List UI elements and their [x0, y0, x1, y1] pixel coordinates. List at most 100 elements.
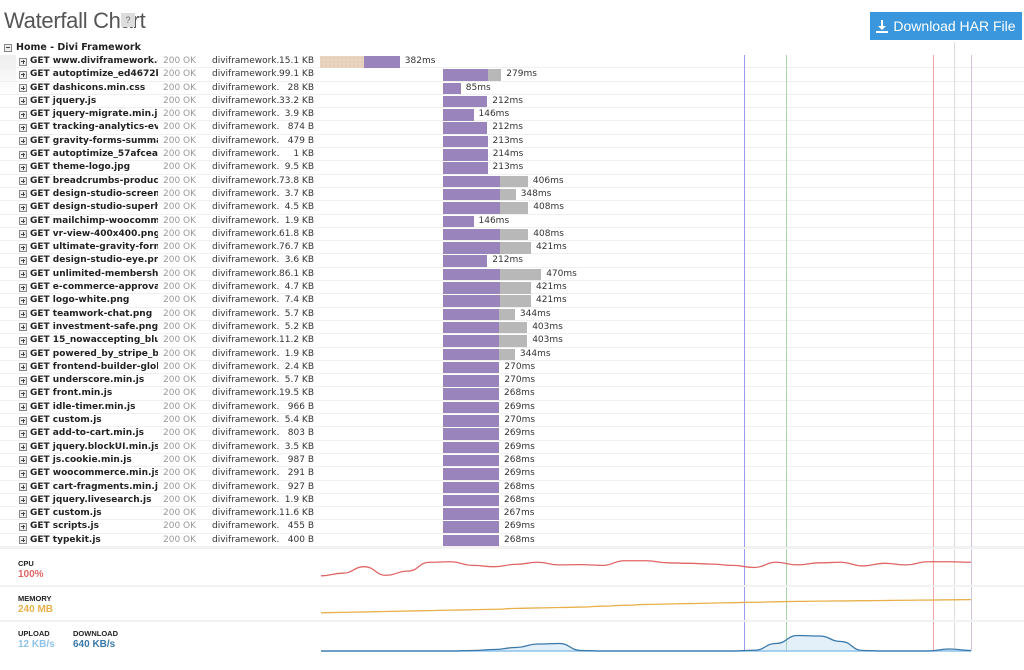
request-name[interactable]: GET gravity-forms-summar — [30, 135, 158, 147]
request-row[interactable]: GET vr-view-400x400.png 200 OK diviframe… — [0, 228, 1024, 242]
timing-bar[interactable] — [443, 321, 528, 334]
timing-bar[interactable] — [443, 494, 499, 507]
expand-icon[interactable] — [19, 363, 27, 372]
expand-icon[interactable] — [19, 336, 27, 345]
page-group-header[interactable]: Home - Divi Framework — [4, 42, 141, 53]
request-row[interactable]: GET scripts.js 200 OK diviframework. 455… — [0, 520, 1024, 534]
timing-bar[interactable] — [443, 149, 488, 161]
request-row[interactable]: GET jquery-migrate.min.js 200 OK divifra… — [0, 108, 1024, 122]
request-name[interactable]: GET custom.js — [30, 507, 158, 519]
request-name[interactable]: GET autoptimize_57afcea82 — [30, 148, 158, 160]
timing-bar[interactable] — [443, 348, 515, 361]
request-name[interactable]: GET mailchimp-woocommer — [30, 215, 158, 227]
request-row[interactable]: GET dashicons.min.css 200 OK diviframewo… — [0, 82, 1024, 95]
request-row[interactable]: GET unlimited-membership- 200 OK divifra… — [0, 268, 1024, 282]
timing-bar[interactable] — [443, 282, 531, 294]
request-name[interactable]: GET design-studio-superhe — [30, 201, 158, 213]
request-name[interactable]: GET tracking-analytics-ever — [30, 121, 158, 133]
request-row[interactable]: GET jquery.blockUI.min.js 200 OK divifra… — [0, 441, 1024, 454]
request-name[interactable]: GET investment-safe.png — [30, 321, 158, 333]
request-name[interactable]: GET js.cookie.min.js — [30, 454, 158, 466]
expand-icon[interactable] — [19, 536, 27, 545]
timing-bar[interactable] — [443, 521, 500, 533]
timing-bar[interactable] — [443, 428, 500, 440]
timing-bar[interactable] — [443, 534, 499, 547]
request-row[interactable]: GET front.min.js 200 OK diviframework. 1… — [0, 387, 1024, 401]
timing-bar[interactable] — [443, 242, 531, 254]
request-name[interactable]: GET design-studio-screen- — [30, 188, 158, 200]
timing-bar[interactable] — [443, 255, 488, 267]
request-row[interactable]: GET custom.js 200 OK diviframework. 11.6… — [0, 507, 1024, 521]
request-row[interactable]: GET logo-white.png 200 OK diviframework.… — [0, 294, 1024, 308]
request-name[interactable]: GET typekit.js — [30, 534, 158, 546]
expand-icon[interactable] — [19, 203, 27, 212]
expand-icon[interactable] — [19, 522, 27, 531]
request-name[interactable]: GET front.min.js — [30, 387, 158, 399]
expand-icon[interactable] — [19, 310, 27, 319]
expand-icon[interactable] — [19, 509, 27, 518]
request-name[interactable]: GET jquery.js — [30, 95, 158, 107]
request-row[interactable]: GET www.diviframework.cor 200 OK divifra… — [0, 55, 1024, 69]
expand-icon[interactable] — [19, 150, 27, 159]
request-name[interactable]: GET teamwork-chat.png — [30, 308, 158, 320]
request-row[interactable]: GET design-studio-screen- 200 OK divifra… — [0, 188, 1024, 202]
request-row[interactable]: GET woocommerce.min.js 200 OK diviframew… — [0, 467, 1024, 481]
timing-bar[interactable] — [443, 202, 529, 214]
timing-bar[interactable] — [320, 56, 400, 68]
timing-bar[interactable] — [443, 175, 528, 188]
request-row[interactable]: GET add-to-cart.min.js 200 OK diviframew… — [0, 427, 1024, 441]
request-row[interactable]: GET investment-safe.png 200 OK diviframe… — [0, 321, 1024, 335]
expand-icon[interactable] — [19, 270, 27, 279]
request-row[interactable]: GET autoptimize_ed4672b34 200 OK divifra… — [0, 68, 1024, 82]
request-row[interactable]: GET gravity-forms-summar 200 OK divifram… — [0, 135, 1024, 149]
request-name[interactable]: GET jquery.livesearch.js — [30, 494, 158, 506]
request-row[interactable]: GET autoptimize_57afcea82 200 OK divifra… — [0, 148, 1024, 162]
request-name[interactable]: GET underscore.min.js — [30, 374, 158, 386]
request-row[interactable]: GET design-studio-eye.png 200 OK divifra… — [0, 254, 1024, 268]
timing-bar[interactable] — [443, 308, 515, 321]
timing-bar[interactable] — [443, 295, 531, 307]
collapse-icon[interactable] — [4, 43, 12, 52]
expand-icon[interactable] — [19, 84, 27, 93]
request-row[interactable]: GET design-studio-superhe 200 OK divifra… — [0, 201, 1024, 215]
expand-icon[interactable] — [19, 137, 27, 146]
request-name[interactable]: GET cart-fragments.min.js — [30, 481, 158, 493]
expand-icon[interactable] — [19, 110, 27, 119]
request-row[interactable]: GET idle-timer.min.js 200 OK diviframewo… — [0, 401, 1024, 415]
expand-icon[interactable] — [19, 177, 27, 186]
request-row[interactable]: GET e-commerce-approval. 200 OK divifram… — [0, 281, 1024, 295]
timing-bar[interactable] — [443, 228, 529, 241]
timing-bar[interactable] — [443, 215, 474, 228]
expand-icon[interactable] — [19, 350, 27, 359]
request-row[interactable]: GET powered_by_stripe_big. 200 OK divifr… — [0, 348, 1024, 361]
request-name[interactable]: GET jquery.blockUI.min.js — [30, 441, 158, 453]
timing-bar[interactable] — [443, 481, 499, 493]
request-name[interactable]: GET powered_by_stripe_big. — [30, 348, 158, 360]
expand-icon[interactable] — [19, 389, 27, 398]
timing-bar[interactable] — [443, 122, 488, 134]
request-row[interactable]: GET jquery.js 200 OK diviframework. 33.2… — [0, 95, 1024, 109]
timing-bar[interactable] — [443, 95, 488, 108]
timing-bar[interactable] — [443, 454, 499, 467]
request-row[interactable]: GET jquery.livesearch.js 200 OK divifram… — [0, 494, 1024, 508]
request-row[interactable]: GET mailchimp-woocommer 200 OK diviframe… — [0, 215, 1024, 228]
timing-bar[interactable] — [443, 82, 461, 95]
request-row[interactable]: GET typekit.js 200 OK diviframework. 400… — [0, 534, 1024, 547]
timing-bar[interactable] — [443, 508, 499, 520]
timing-bar[interactable] — [443, 188, 516, 201]
request-name[interactable]: GET breadcrumbs-product- — [30, 175, 158, 187]
expand-icon[interactable] — [19, 283, 27, 292]
timing-bar[interactable] — [443, 135, 488, 148]
expand-icon[interactable] — [19, 57, 27, 66]
request-name[interactable]: GET vr-view-400x400.png — [30, 228, 158, 240]
request-row[interactable]: GET cart-fragments.min.js 200 OK divifra… — [0, 481, 1024, 494]
expand-icon[interactable] — [19, 376, 27, 385]
request-name[interactable]: GET ultimate-gravity-forms — [30, 241, 158, 253]
request-name[interactable]: GET idle-timer.min.js — [30, 401, 158, 413]
request-row[interactable]: GET js.cookie.min.js 200 OK diviframewor… — [0, 454, 1024, 468]
expand-icon[interactable] — [19, 230, 27, 239]
timing-bar[interactable] — [443, 441, 500, 454]
request-name[interactable]: GET unlimited-membership- — [30, 268, 158, 280]
expand-icon[interactable] — [19, 403, 27, 412]
timing-bar[interactable] — [443, 401, 500, 414]
